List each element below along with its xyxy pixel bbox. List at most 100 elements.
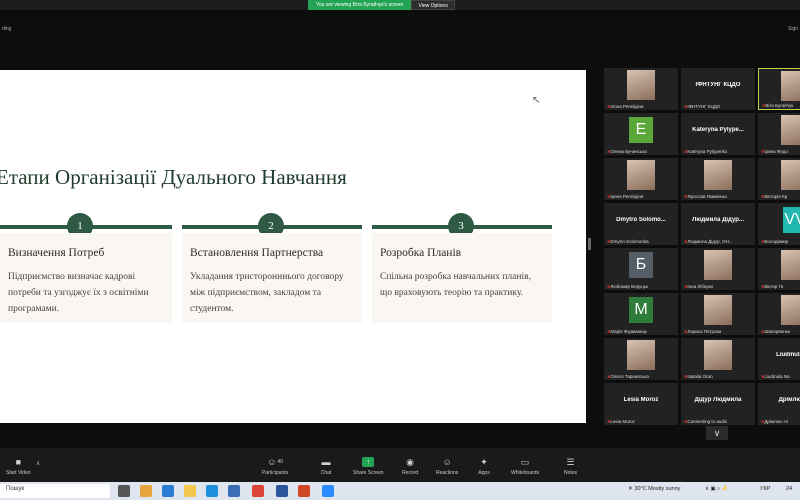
avatar: Е [629,117,653,143]
participant-caption: Олена Бучинська [607,149,646,154]
sign-label[interactable]: Sign [788,26,798,32]
participant-tile[interactable]: Віта Бугайчук [758,68,800,110]
avatar [781,115,800,145]
avatar [627,160,655,190]
participant-tile[interactable]: Б Любомир Боруцьк [604,248,678,290]
chrome-icon[interactable] [252,485,264,497]
participant-name: Людмила Дідур... [692,217,744,223]
participant-tile[interactable]: Ярослав Якименко [681,158,755,200]
edge-icon[interactable] [206,485,218,497]
avatar [781,160,800,190]
start-video-button[interactable]: ■ Start Video [6,457,31,476]
participant-caption: Kateryna Pylypenko [684,149,727,154]
share-screen-icon: ↑ [362,457,375,467]
zoom-icon[interactable] [322,485,334,497]
language-indicator[interactable]: УКР [760,486,770,492]
participant-caption: Шапорвенко [761,329,790,334]
share-screen-button[interactable]: ↑ Share Screen [353,457,384,476]
search-input[interactable]: Пошук [6,486,24,492]
participant-tile[interactable]: Kateryna Pylype... Kateryna Pylypenko [681,113,755,155]
avatar: Б [629,252,653,278]
participant-caption: Лариса Петрова [684,329,721,334]
word-icon[interactable] [276,485,288,497]
recording-label: ding [2,26,12,32]
avatar: М [629,297,653,323]
participant-caption: Dmytro Solomonka [607,239,648,244]
step-title: Встановлення Партнерства [190,247,324,259]
participants-icon: ☺ 40 [267,457,283,467]
step-title: Розробка Планів [380,247,462,259]
chat-icon: ▬ [321,457,331,467]
avatar [704,295,732,325]
participant-tile[interactable]: Ірина Регейдіна [604,158,678,200]
tray-icons[interactable]: ∧ ▣ ♪ ⚡ [705,486,728,492]
participant-caption: Інна Ліберко [684,284,713,289]
participant-tile[interactable]: Шапорвенко [758,293,800,335]
participant-caption: Lesia Moroz [607,419,635,424]
participant-tile[interactable]: М Марія Фурманець [604,293,678,335]
avatar: VV [783,207,800,233]
notes-icon: ☰ [566,456,575,467]
participant-tile[interactable]: Е Олена Бучинська [604,113,678,155]
participant-tile[interactable]: Інна Ліберко [681,248,755,290]
participant-caption: Liudmula Na [761,374,789,379]
participant-caption: Олеся Тарнавська [607,374,649,379]
participant-tile[interactable]: Лариса Петрова [681,293,755,335]
task-view-icon[interactable] [118,485,130,497]
mouse-cursor-icon: ↖ [532,95,541,106]
participant-tile[interactable]: ІФНТУНГ КЦДО ІФНТУНГ КЦДО [681,68,755,110]
participant-caption: Віктор Га [761,284,783,289]
participant-tile[interactable]: Дрімлюх ... Дрімлюх Ні [758,383,800,425]
participant-tile[interactable]: Lesia Moroz Lesia Moroz [604,383,678,425]
participant-caption: Natalia Oran [684,374,712,379]
participants-button[interactable]: ☺ 40 Participants [262,457,288,476]
chevron-down-icon[interactable]: ∨ [706,426,728,440]
video-icon: ■ [15,457,22,467]
share-banner: You are viewing Віта Бугайчук's screen V… [308,0,455,10]
apps-button[interactable]: ✦ Apps [478,457,490,477]
clock[interactable]: 24 [786,486,792,492]
participant-caption: Вікторія Кр [761,194,787,199]
app-icon[interactable] [228,485,240,497]
resize-handle[interactable] [588,238,591,250]
view-options-button[interactable]: View Options [411,0,455,10]
taskbar-search[interactable]: Пошук [0,484,110,498]
participant-name: Дрімлюх ... [778,397,800,403]
participant-tile[interactable]: Дідур Людмила Connecting to audio [681,383,755,425]
weather-widget[interactable]: ☀ 30°C Mostly sunny [628,486,680,492]
step-title: Визначення Потреб [8,247,105,259]
participant-name: ІФНТУНГ КЦДО [695,82,741,88]
participant-tile[interactable]: Вікторія Кр [758,158,800,200]
reactions-button[interactable]: ☺ Reactions [436,457,458,476]
avatar [627,340,655,370]
avatar [781,295,800,325]
participant-tile[interactable]: Ілона Регейдіна [604,68,678,110]
participant-caption: Дрімлюх Ні [761,419,787,424]
chat-button[interactable]: ▬ Chat [320,457,332,476]
notes-button[interactable]: ☰ Notes [564,456,577,477]
record-button[interactable]: ◉ Record [402,457,418,477]
participant-tile[interactable]: VV Володимир [758,203,800,245]
participant-tile[interactable]: Олеся Тарнавська [604,338,678,380]
participant-tile[interactable]: Людмила Дідур... Людмила Дідур, ОН... [681,203,755,245]
step-card: Розробка Планів Спільна розробка навчаль… [372,233,552,323]
participant-tile[interactable]: Віктор Га [758,248,800,290]
chevron-up-icon[interactable]: ∧ [36,460,40,467]
app-icon[interactable] [162,485,174,497]
participant-tile[interactable]: Liudmula N... Liudmula Na [758,338,800,380]
avatar [704,250,732,280]
top-bar: You are viewing Віта Бугайчук's screen V… [0,0,800,10]
app-icon[interactable] [140,485,152,497]
whiteboards-button[interactable]: ▭ Whiteboards [511,457,539,477]
participant-tile[interactable]: Natalia Oran [681,338,755,380]
file-explorer-icon[interactable] [184,485,196,497]
participant-caption: Connecting to audio [684,419,727,424]
participant-name: Дідур Людмила [694,397,742,403]
powerpoint-icon[interactable] [298,485,310,497]
participant-tile[interactable]: Dmytro Solomo... Dmytro Solomonka [604,203,678,245]
participant-tile[interactable]: Ірина Федо [758,113,800,155]
participant-caption: Ірина Федо [761,149,787,154]
participant-caption: Марія Фурманець [607,329,647,334]
participant-name: Lesia Moroz [623,397,659,403]
reactions-icon: ☺ [442,457,452,467]
